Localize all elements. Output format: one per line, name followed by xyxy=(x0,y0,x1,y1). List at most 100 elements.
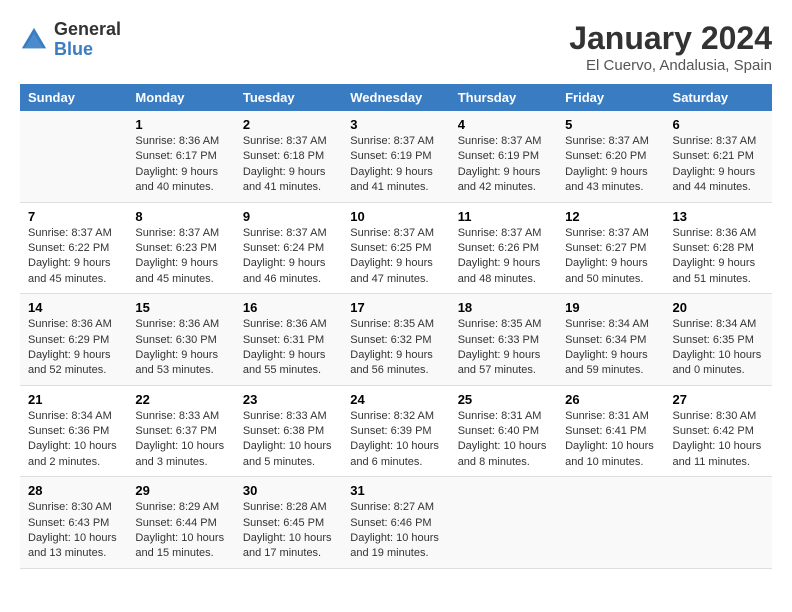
sunset-text: Sunset: 6:44 PM xyxy=(135,517,216,529)
sunrise-text: Sunrise: 8:37 AM xyxy=(565,227,649,239)
calendar-cell: 17 Sunrise: 8:35 AM Sunset: 6:32 PM Dayl… xyxy=(342,294,449,386)
sunrise-text: Sunrise: 8:37 AM xyxy=(135,227,219,239)
daylight-text: Daylight: 10 hours and 15 minutes. xyxy=(135,532,224,559)
daylight-text: Daylight: 9 hours and 48 minutes. xyxy=(458,257,541,284)
sunset-text: Sunset: 6:43 PM xyxy=(28,517,109,529)
daylight-text: Daylight: 9 hours and 47 minutes. xyxy=(350,257,433,284)
sunrise-text: Sunrise: 8:36 AM xyxy=(135,318,219,330)
daylight-text: Daylight: 10 hours and 17 minutes. xyxy=(243,532,332,559)
sunrise-text: Sunrise: 8:37 AM xyxy=(350,227,434,239)
calendar-cell: 27 Sunrise: 8:30 AM Sunset: 6:42 PM Dayl… xyxy=(665,385,772,477)
sunrise-text: Sunrise: 8:36 AM xyxy=(135,135,219,147)
weekday-row: SundayMondayTuesdayWednesdayThursdayFrid… xyxy=(20,84,772,111)
sunrise-text: Sunrise: 8:36 AM xyxy=(673,227,757,239)
daylight-text: Daylight: 9 hours and 41 minutes. xyxy=(350,166,433,193)
calendar-cell xyxy=(450,477,557,569)
sunrise-text: Sunrise: 8:34 AM xyxy=(673,318,757,330)
calendar-cell: 25 Sunrise: 8:31 AM Sunset: 6:40 PM Dayl… xyxy=(450,385,557,477)
calendar-cell: 4 Sunrise: 8:37 AM Sunset: 6:19 PM Dayli… xyxy=(450,111,557,202)
day-number: 10 xyxy=(350,209,441,224)
calendar-week-row: 21 Sunrise: 8:34 AM Sunset: 6:36 PM Dayl… xyxy=(20,385,772,477)
daylight-text: Daylight: 10 hours and 8 minutes. xyxy=(458,440,547,467)
daylight-text: Daylight: 10 hours and 3 minutes. xyxy=(135,440,224,467)
calendar-week-row: 28 Sunrise: 8:30 AM Sunset: 6:43 PM Dayl… xyxy=(20,477,772,569)
weekday-header: Wednesday xyxy=(342,84,449,111)
day-info: Sunrise: 8:36 AM Sunset: 6:31 PM Dayligh… xyxy=(243,317,334,379)
sunrise-text: Sunrise: 8:28 AM xyxy=(243,501,327,513)
calendar-cell: 7 Sunrise: 8:37 AM Sunset: 6:22 PM Dayli… xyxy=(20,202,127,294)
day-number: 1 xyxy=(135,117,226,132)
weekday-header: Monday xyxy=(127,84,234,111)
sunset-text: Sunset: 6:42 PM xyxy=(673,425,754,437)
day-info: Sunrise: 8:27 AM Sunset: 6:46 PM Dayligh… xyxy=(350,500,441,562)
sunset-text: Sunset: 6:24 PM xyxy=(243,242,324,254)
daylight-text: Daylight: 9 hours and 41 minutes. xyxy=(243,166,326,193)
daylight-text: Daylight: 9 hours and 59 minutes. xyxy=(565,349,648,376)
calendar-cell: 30 Sunrise: 8:28 AM Sunset: 6:45 PM Dayl… xyxy=(235,477,342,569)
calendar-cell xyxy=(557,477,664,569)
day-number: 4 xyxy=(458,117,549,132)
day-number: 6 xyxy=(673,117,764,132)
day-info: Sunrise: 8:28 AM Sunset: 6:45 PM Dayligh… xyxy=(243,500,334,562)
daylight-text: Daylight: 9 hours and 42 minutes. xyxy=(458,166,541,193)
sunrise-text: Sunrise: 8:33 AM xyxy=(135,410,219,422)
day-number: 17 xyxy=(350,300,441,315)
calendar-cell: 21 Sunrise: 8:34 AM Sunset: 6:36 PM Dayl… xyxy=(20,385,127,477)
sunrise-text: Sunrise: 8:33 AM xyxy=(243,410,327,422)
calendar-body: 1 Sunrise: 8:36 AM Sunset: 6:17 PM Dayli… xyxy=(20,111,772,568)
day-number: 26 xyxy=(565,392,656,407)
sunset-text: Sunset: 6:45 PM xyxy=(243,517,324,529)
calendar-cell: 13 Sunrise: 8:36 AM Sunset: 6:28 PM Dayl… xyxy=(665,202,772,294)
sunrise-text: Sunrise: 8:37 AM xyxy=(565,135,649,147)
calendar-cell: 2 Sunrise: 8:37 AM Sunset: 6:18 PM Dayli… xyxy=(235,111,342,202)
calendar-cell: 19 Sunrise: 8:34 AM Sunset: 6:34 PM Dayl… xyxy=(557,294,664,386)
day-number: 31 xyxy=(350,483,441,498)
daylight-text: Daylight: 9 hours and 56 minutes. xyxy=(350,349,433,376)
daylight-text: Daylight: 9 hours and 44 minutes. xyxy=(673,166,756,193)
sunrise-text: Sunrise: 8:29 AM xyxy=(135,501,219,513)
day-number: 30 xyxy=(243,483,334,498)
weekday-header: Sunday xyxy=(20,84,127,111)
day-number: 2 xyxy=(243,117,334,132)
calendar-cell: 10 Sunrise: 8:37 AM Sunset: 6:25 PM Dayl… xyxy=(342,202,449,294)
daylight-text: Daylight: 9 hours and 55 minutes. xyxy=(243,349,326,376)
sunrise-text: Sunrise: 8:31 AM xyxy=(458,410,542,422)
day-number: 20 xyxy=(673,300,764,315)
day-number: 9 xyxy=(243,209,334,224)
daylight-text: Daylight: 10 hours and 0 minutes. xyxy=(673,349,762,376)
sunrise-text: Sunrise: 8:35 AM xyxy=(350,318,434,330)
calendar-cell: 22 Sunrise: 8:33 AM Sunset: 6:37 PM Dayl… xyxy=(127,385,234,477)
day-number: 23 xyxy=(243,392,334,407)
day-info: Sunrise: 8:31 AM Sunset: 6:41 PM Dayligh… xyxy=(565,409,656,471)
calendar-cell: 12 Sunrise: 8:37 AM Sunset: 6:27 PM Dayl… xyxy=(557,202,664,294)
sunset-text: Sunset: 6:39 PM xyxy=(350,425,431,437)
day-info: Sunrise: 8:35 AM Sunset: 6:32 PM Dayligh… xyxy=(350,317,441,379)
sunset-text: Sunset: 6:34 PM xyxy=(565,334,646,346)
sunrise-text: Sunrise: 8:37 AM xyxy=(28,227,112,239)
sunrise-text: Sunrise: 8:31 AM xyxy=(565,410,649,422)
day-number: 15 xyxy=(135,300,226,315)
sunset-text: Sunset: 6:21 PM xyxy=(673,150,754,162)
day-number: 5 xyxy=(565,117,656,132)
daylight-text: Daylight: 10 hours and 6 minutes. xyxy=(350,440,439,467)
day-info: Sunrise: 8:37 AM Sunset: 6:26 PM Dayligh… xyxy=(458,226,549,288)
sunrise-text: Sunrise: 8:35 AM xyxy=(458,318,542,330)
sunset-text: Sunset: 6:33 PM xyxy=(458,334,539,346)
calendar-cell: 5 Sunrise: 8:37 AM Sunset: 6:20 PM Dayli… xyxy=(557,111,664,202)
calendar-cell: 9 Sunrise: 8:37 AM Sunset: 6:24 PM Dayli… xyxy=(235,202,342,294)
sunset-text: Sunset: 6:32 PM xyxy=(350,334,431,346)
sunrise-text: Sunrise: 8:37 AM xyxy=(243,227,327,239)
day-info: Sunrise: 8:36 AM Sunset: 6:28 PM Dayligh… xyxy=(673,226,764,288)
day-info: Sunrise: 8:34 AM Sunset: 6:36 PM Dayligh… xyxy=(28,409,119,471)
day-info: Sunrise: 8:37 AM Sunset: 6:22 PM Dayligh… xyxy=(28,226,119,288)
day-info: Sunrise: 8:31 AM Sunset: 6:40 PM Dayligh… xyxy=(458,409,549,471)
calendar-week-row: 7 Sunrise: 8:37 AM Sunset: 6:22 PM Dayli… xyxy=(20,202,772,294)
daylight-text: Daylight: 9 hours and 53 minutes. xyxy=(135,349,218,376)
day-info: Sunrise: 8:37 AM Sunset: 6:23 PM Dayligh… xyxy=(135,226,226,288)
day-info: Sunrise: 8:37 AM Sunset: 6:19 PM Dayligh… xyxy=(350,134,441,196)
day-number: 28 xyxy=(28,483,119,498)
daylight-text: Daylight: 9 hours and 40 minutes. xyxy=(135,166,218,193)
sunrise-text: Sunrise: 8:37 AM xyxy=(350,135,434,147)
title-block: January 2024 El Cuervo, Andalusia, Spain xyxy=(569,20,772,74)
daylight-text: Daylight: 9 hours and 52 minutes. xyxy=(28,349,111,376)
